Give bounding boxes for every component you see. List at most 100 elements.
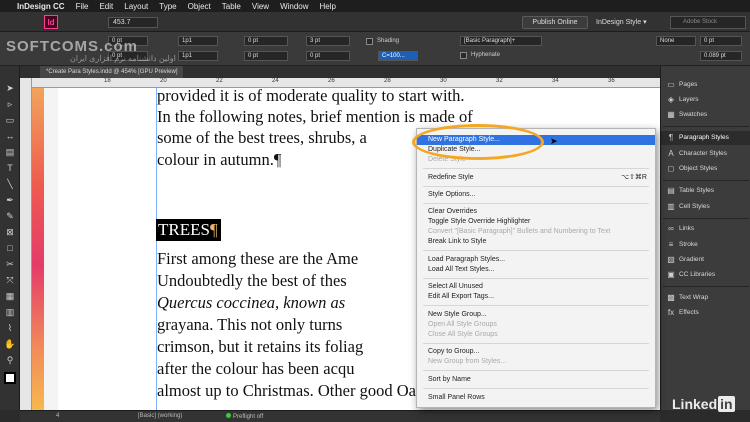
menu-select-all-unused[interactable]: Select All Unused: [417, 282, 655, 292]
free-transform-tool-icon[interactable]: ⤧: [4, 274, 16, 286]
text-line[interactable]: First among these are the Ame: [157, 249, 358, 269]
text-line[interactable]: Undoubtedly the best of thes: [157, 271, 347, 291]
zoom-tool-icon[interactable]: ⚲: [4, 354, 16, 366]
text-line[interactable]: almost up to Christmas. Other good Oaks,…: [157, 381, 455, 401]
panel-stroke[interactable]: ≡ Stroke: [661, 238, 750, 252]
panel-pages[interactable]: ▭ Pages: [661, 78, 750, 92]
gap-tool-icon[interactable]: ↔: [4, 130, 16, 142]
note-tool-icon[interactable]: ▥: [4, 306, 16, 318]
menu-load-all-text-styles[interactable]: Load All Text Styles...: [417, 265, 655, 275]
selected-heading-trees[interactable]: TREES¶: [156, 219, 221, 241]
direct-selection-tool-icon[interactable]: ▹: [4, 98, 16, 110]
panel-object-styles[interactable]: ◻ Object Styles: [661, 162, 750, 176]
text-line[interactable]: provided it is of moderate quality to st…: [157, 88, 464, 106]
rectangle-tool-icon[interactable]: □: [4, 242, 16, 254]
selection-tool-icon[interactable]: ➤: [4, 82, 16, 94]
menu-edit[interactable]: Edit: [99, 2, 113, 11]
publish-online-button[interactable]: Publish Online: [522, 16, 588, 29]
panel-separator: [663, 126, 749, 127]
pencil-tool-icon[interactable]: ✎: [4, 210, 16, 222]
workspace-switcher[interactable]: InDesign Style ▾: [596, 16, 664, 29]
gradient-swatch-tool-icon[interactable]: ▦: [4, 290, 16, 302]
hand-tool-icon[interactable]: ✋: [4, 338, 16, 350]
menu-type[interactable]: Type: [159, 2, 176, 11]
menu-redefine-style[interactable]: Redefine Style ⌥⇧⌘R: [417, 173, 655, 183]
control-field-3[interactable]: 1p1: [178, 36, 218, 46]
menu-sort-by-name[interactable]: Sort by Name: [417, 375, 655, 385]
menu-window[interactable]: Window: [280, 2, 308, 11]
control-field-7[interactable]: 3 pt: [306, 36, 350, 46]
object-styles-icon: ◻: [667, 164, 675, 173]
control-field-8[interactable]: 0 pt: [306, 51, 350, 61]
scissors-tool-icon[interactable]: ✂: [4, 258, 16, 270]
control-field-5[interactable]: 0 pt: [244, 36, 288, 46]
content-collector-icon[interactable]: ▤: [4, 146, 16, 158]
zoom-level-field[interactable]: 453.7: [108, 17, 158, 28]
menu-new-style-group[interactable]: New Style Group...: [417, 310, 655, 320]
panel-layers[interactable]: ◈ Layers: [661, 93, 750, 107]
eyedropper-tool-icon[interactable]: ⌇: [4, 322, 16, 334]
panel-effects[interactable]: fx Effects: [661, 306, 750, 320]
control-field-6[interactable]: 0 pt: [244, 51, 288, 61]
status-style: [Basic] (working): [138, 413, 183, 419]
menu-toggle-override-highlighter[interactable]: Toggle Style Override Highlighter: [417, 217, 655, 227]
shading-checkbox[interactable]: [366, 38, 373, 45]
mac-menubar: InDesign CC File Edit Layout Type Object…: [0, 0, 750, 12]
menu-load-paragraph-styles[interactable]: Load Paragraph Styles...: [417, 255, 655, 265]
menu-style-options[interactable]: Style Options...: [417, 190, 655, 200]
ruler-mark: 32: [496, 78, 503, 84]
menu-edit-export-tags[interactable]: Edit All Export Tags...: [417, 292, 655, 302]
menu-app-name[interactable]: InDesign CC: [17, 2, 65, 11]
text-line[interactable]: In the following notes, brief mention is…: [157, 107, 473, 127]
menu-break-link[interactable]: Break Link to Style: [417, 237, 655, 247]
menu-copy-to-group[interactable]: Copy to Group...: [417, 347, 655, 357]
pages-icon: ▭: [667, 80, 675, 89]
control-field-4[interactable]: 1p1: [178, 51, 218, 61]
table-styles-icon: ▤: [667, 186, 675, 195]
adobe-stock-search[interactable]: Adobe Stock: [670, 16, 746, 29]
page-number-field[interactable]: 4: [56, 413, 59, 419]
line-tool-icon[interactable]: ╲: [4, 178, 16, 190]
panel-cell-styles[interactable]: ▥ Cell Styles: [661, 200, 750, 214]
shading-color-field[interactable]: C=100...: [378, 51, 418, 61]
menu-small-panel-rows[interactable]: Small Panel Rows: [417, 393, 655, 403]
text-line[interactable]: colour in autumn.¶: [157, 150, 281, 170]
paragraph-style-dropdown[interactable]: [Basic Paragraph]+: [460, 36, 542, 46]
panel-table-styles[interactable]: ▤ Table Styles: [661, 184, 750, 198]
preflight-status[interactable]: Preflight off: [226, 413, 263, 420]
menu-clear-overrides[interactable]: Clear Overrides: [417, 207, 655, 217]
panel-character-styles[interactable]: A Character Styles: [661, 147, 750, 161]
control-field-r1[interactable]: 0 pt: [700, 36, 742, 46]
control-field-r2[interactable]: 0.089 pt: [700, 51, 742, 61]
text-line[interactable]: some of the best trees, shrubs, a: [157, 128, 367, 148]
menu-object[interactable]: Object: [188, 2, 211, 11]
type-tool-icon[interactable]: T: [4, 162, 16, 174]
panel-cc-libraries[interactable]: ▣ CC Libraries: [661, 268, 750, 282]
text-line[interactable]: after the colour has been acqu: [157, 359, 354, 379]
document-tab[interactable]: *Create Para Styles.indd @ 454% [GPU Pre…: [40, 66, 184, 78]
panel-gradient[interactable]: ▧ Gradient: [661, 253, 750, 267]
menu-table[interactable]: Table: [222, 2, 241, 11]
menu-view[interactable]: View: [252, 2, 269, 11]
pen-tool-icon[interactable]: ✒: [4, 194, 16, 206]
fill-stroke-swatch-icon[interactable]: [4, 372, 16, 384]
menu-help[interactable]: Help: [320, 2, 336, 11]
menu-separator: [423, 203, 649, 204]
none-dropdown[interactable]: None: [656, 36, 696, 46]
menu-file[interactable]: File: [76, 2, 89, 11]
text-line[interactable]: crimson, but it retains its foliag: [157, 337, 363, 357]
hyphenate-checkbox[interactable]: [460, 52, 467, 59]
horizontal-ruler[interactable]: 18 20 22 24 26 28 30 32 34 36: [32, 78, 660, 88]
swatches-icon: ▦: [667, 110, 675, 119]
text-line[interactable]: Quercus coccinea, known as: [157, 293, 345, 313]
menu-layout[interactable]: Layout: [124, 2, 148, 11]
panel-swatches[interactable]: ▦ Swatches: [661, 108, 750, 122]
vertical-ruler[interactable]: [20, 78, 32, 410]
indesign-logo-icon: Id: [44, 15, 58, 29]
text-line[interactable]: grayana. This not only turns: [157, 315, 342, 335]
rectangle-frame-tool-icon[interactable]: ⊠: [4, 226, 16, 238]
panel-links[interactable]: ∞ Links: [661, 222, 750, 236]
panel-text-wrap[interactable]: ▩ Text Wrap: [661, 291, 750, 305]
panel-paragraph-styles[interactable]: ¶ Paragraph Styles: [661, 131, 750, 145]
page-tool-icon[interactable]: ▭: [4, 114, 16, 126]
